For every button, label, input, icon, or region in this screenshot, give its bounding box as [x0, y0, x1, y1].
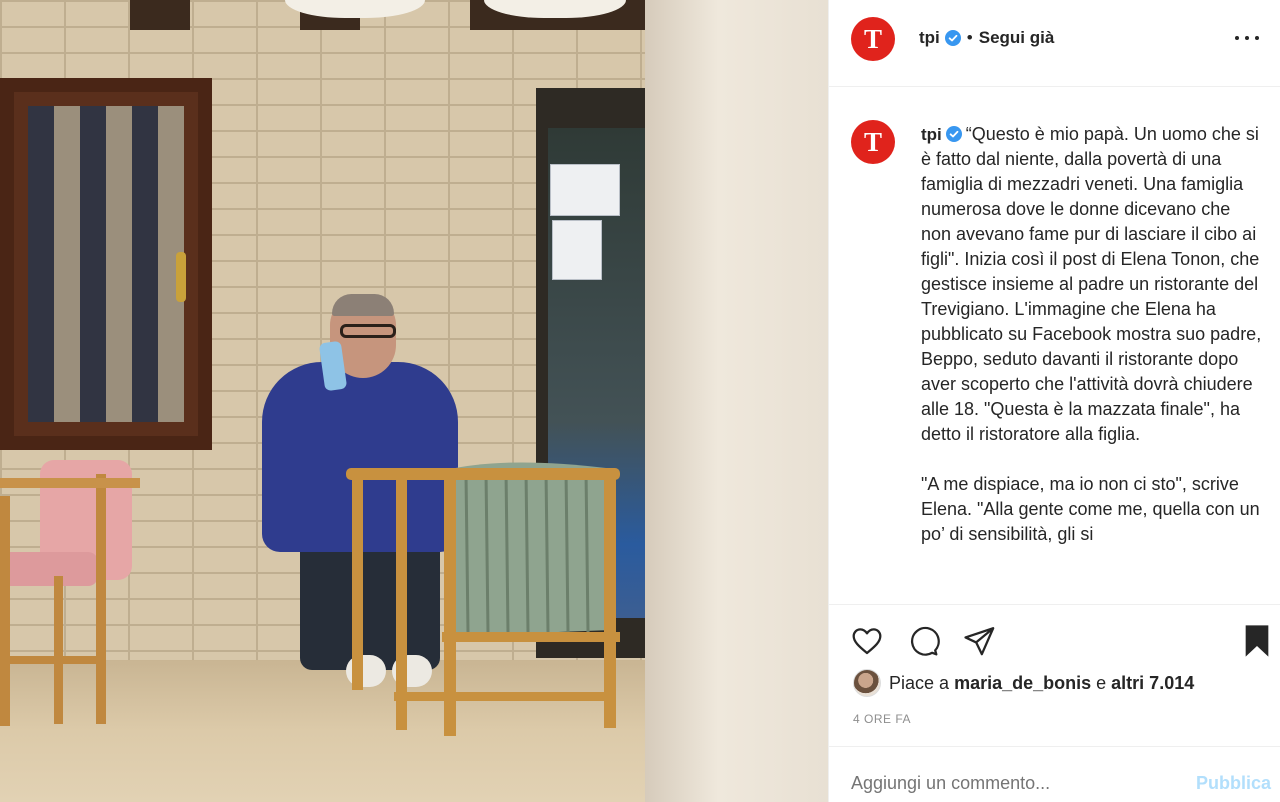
man-glasses: [340, 324, 396, 338]
bookmark-icon[interactable]: [1239, 623, 1275, 659]
action-bar: [829, 604, 1280, 674]
comment-bar: Pubblica: [829, 746, 1280, 802]
door-notice: [552, 220, 602, 280]
likes-summary: Piace a maria_de_bonis e altri 7.014: [853, 668, 1194, 698]
header-user-line: tpi • Segui già: [919, 28, 1054, 48]
ellipsis-icon[interactable]: [1235, 28, 1259, 48]
follow-button[interactable]: Segui già: [979, 28, 1055, 48]
ceiling-beam: [130, 0, 190, 30]
window-handle: [176, 252, 186, 302]
caption-area: T tpi “Questo è mio papà. Un uomo che si …: [829, 88, 1280, 604]
publish-button[interactable]: Pubblica: [1196, 773, 1271, 794]
post-header: T tpi • Segui già: [829, 0, 1280, 87]
bamboo-chair: [346, 462, 620, 736]
heart-icon[interactable]: [849, 623, 885, 659]
paper-plane-icon[interactable]: [961, 623, 997, 659]
caption-paragraph-2: "A me dispiace, ma io non ci sto", scriv…: [921, 474, 1265, 544]
tpi-avatar[interactable]: T: [851, 17, 895, 61]
post-timestamp[interactable]: 4 ORE FA: [853, 712, 911, 726]
caption-text: tpi “Questo è mio papà. Un uomo che si è …: [921, 122, 1263, 547]
verified-badge-icon: [945, 126, 962, 142]
likes-count-link[interactable]: altri 7.014: [1111, 673, 1194, 694]
likes-prefix: Piace a: [889, 672, 950, 693]
post-photo[interactable]: [0, 0, 828, 802]
caption-avatar[interactable]: T: [851, 120, 895, 164]
post-sidebar: T tpi • Segui già T tpi “Questo è mio pap…: [828, 0, 1280, 802]
plaster-column: [645, 0, 828, 802]
likes-middle: e: [1096, 672, 1107, 693]
comment-input[interactable]: [851, 773, 1171, 794]
header-username[interactable]: tpi: [919, 28, 940, 48]
window-glass: [28, 106, 184, 422]
pink-chair: [0, 460, 140, 726]
caption-paragraph-1: “Questo è mio papà. Un uomo che si è fat…: [921, 124, 1267, 444]
header-dot: •: [966, 28, 973, 47]
caption-username[interactable]: tpi: [921, 125, 942, 144]
door-notice: [550, 164, 620, 216]
man-hair: [332, 294, 394, 316]
comment-icon[interactable]: [905, 623, 941, 659]
liker-avatar[interactable]: [853, 669, 881, 697]
verified-badge-icon: [944, 30, 961, 46]
liker-username[interactable]: maria_de_bonis: [954, 673, 1091, 694]
